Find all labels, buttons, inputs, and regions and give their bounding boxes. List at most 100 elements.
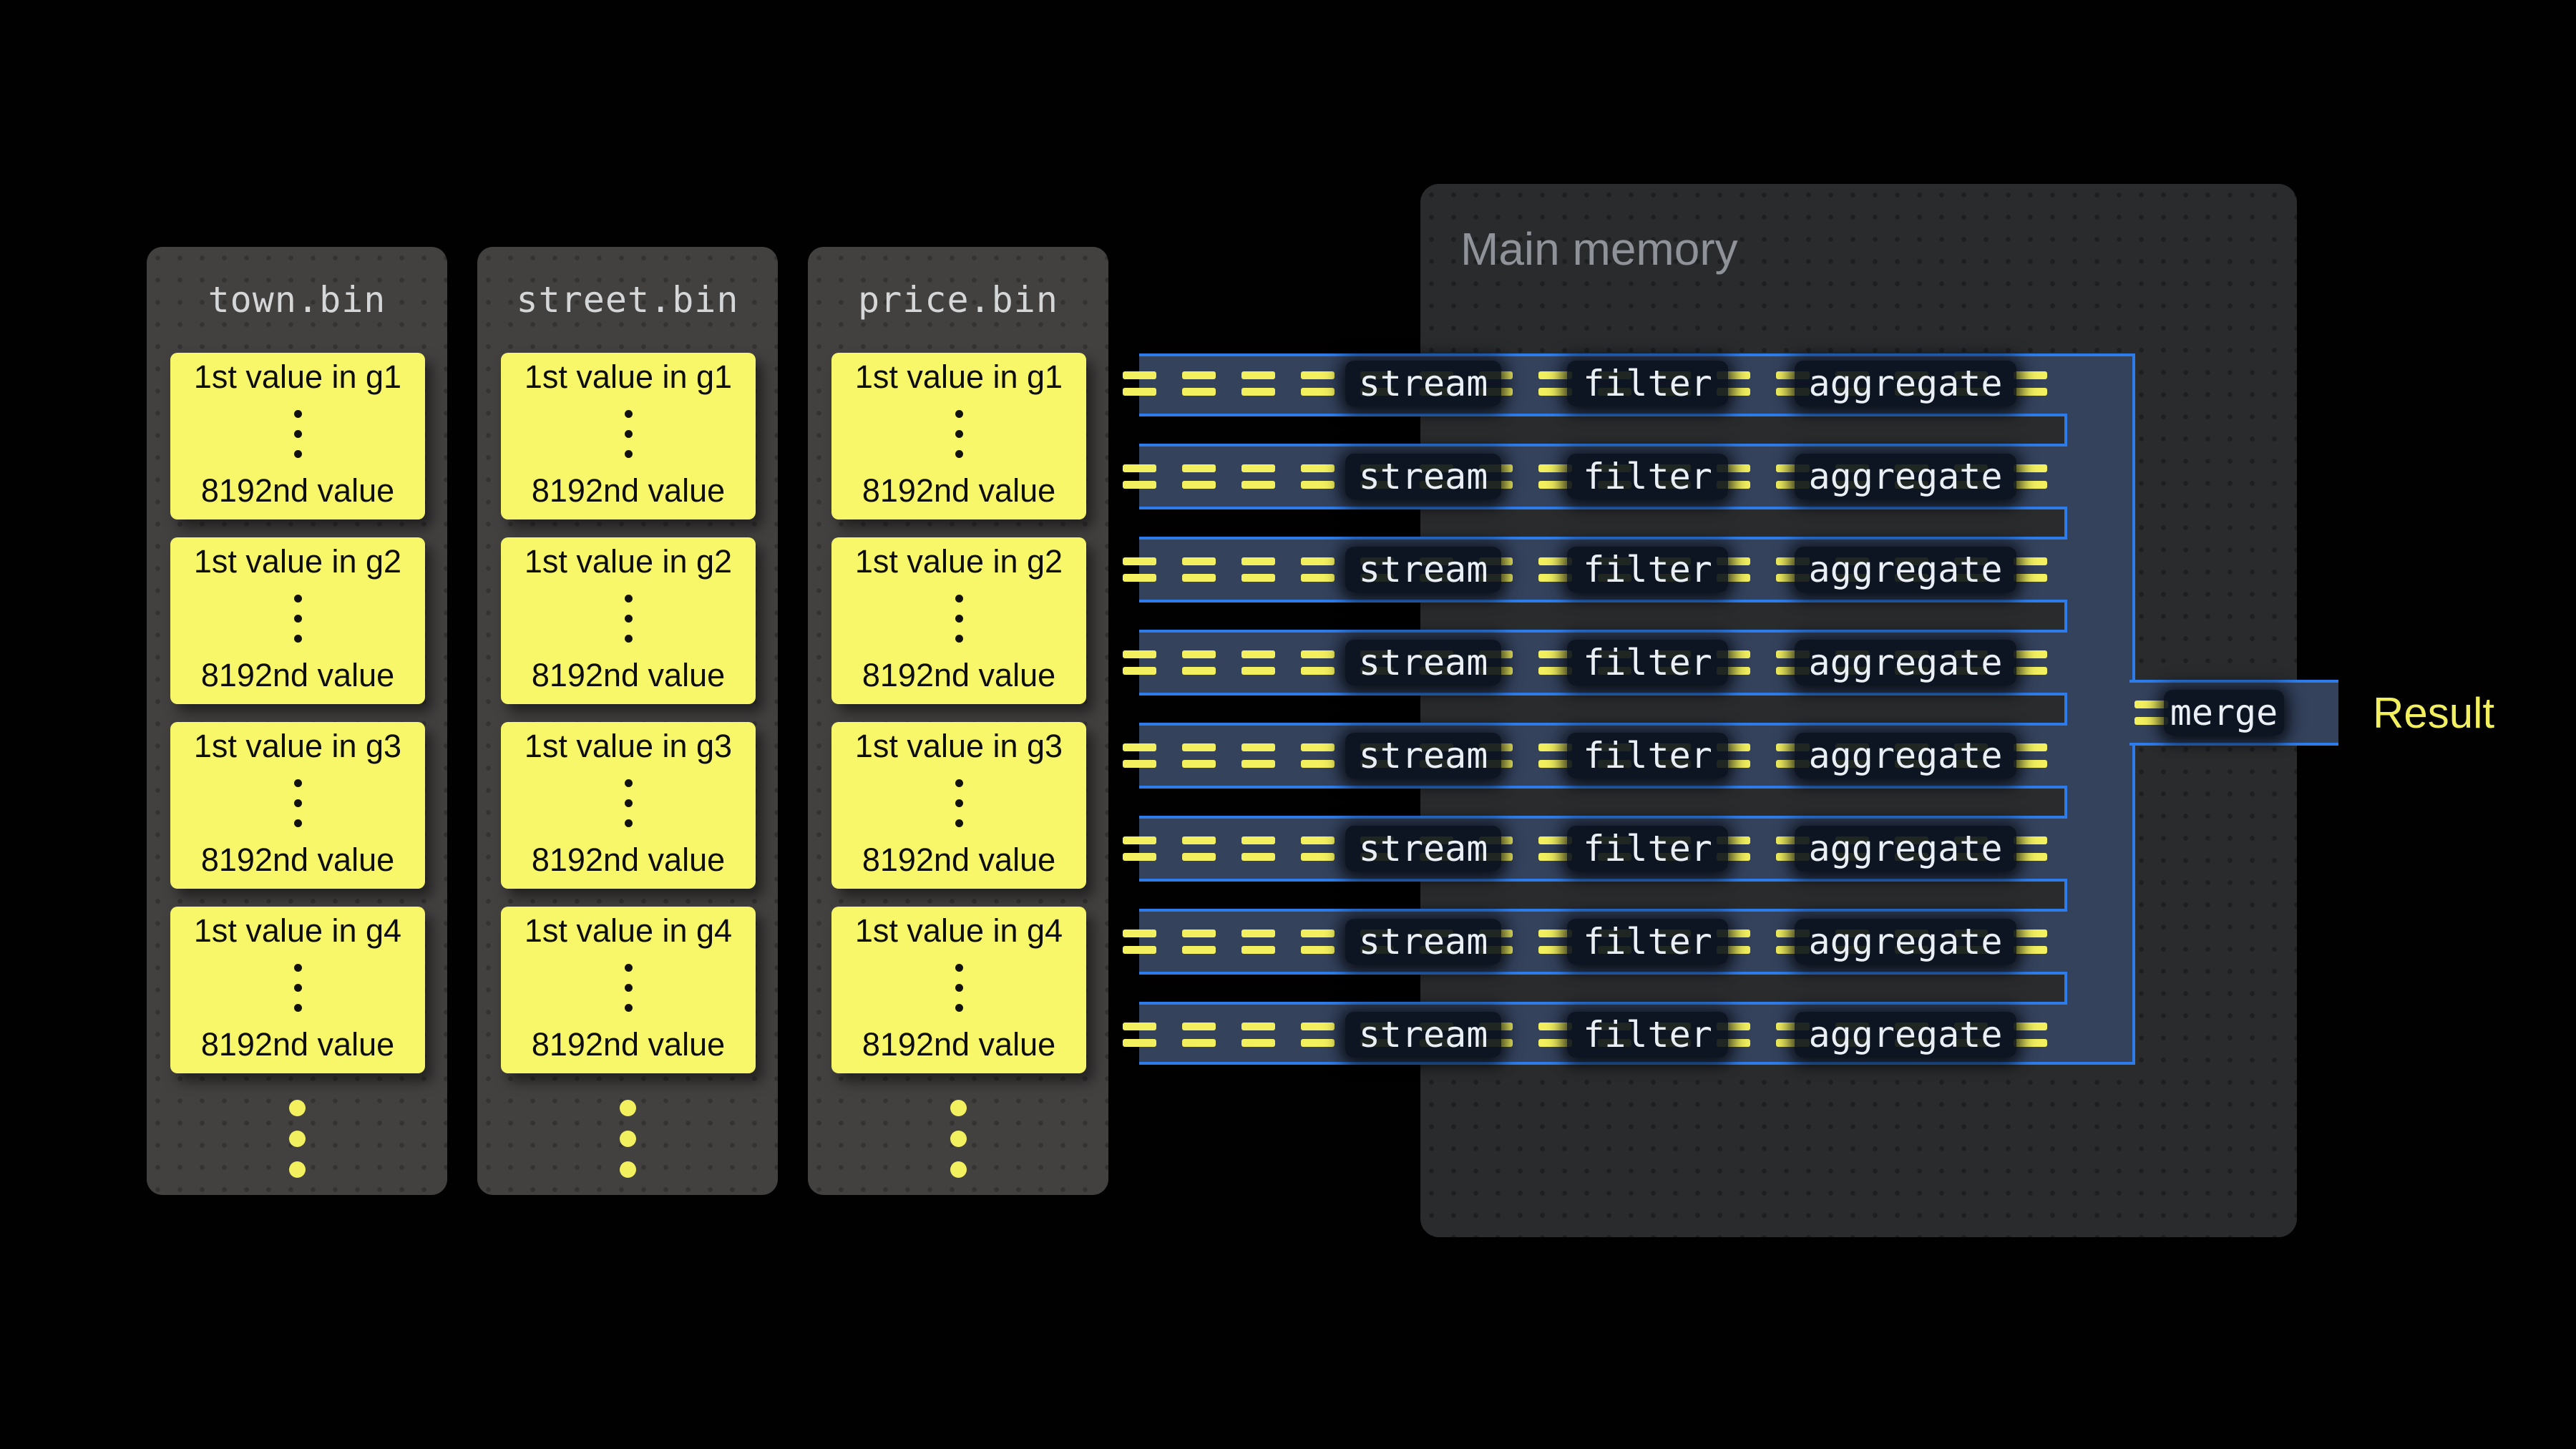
- equals-dash-icon: [1123, 836, 1156, 861]
- granule-last-value: 8192nd value: [862, 472, 1055, 509]
- stream-box: stream: [1345, 1012, 1501, 1058]
- merge-branch: merge: [2129, 680, 2338, 746]
- equals-dash-icon: [1301, 650, 1335, 675]
- stream-box: stream: [1345, 919, 1501, 965]
- stream-box: stream: [1345, 640, 1501, 686]
- equals-dash-icon: [1182, 650, 1216, 675]
- equals-dash-icon: [1241, 464, 1275, 489]
- equals-dash-icon: [1182, 557, 1216, 582]
- granule-block: 1st value in g4 8192nd value: [831, 907, 1086, 1073]
- granule-first-value: 1st value in g2: [194, 543, 401, 580]
- stream-box: stream: [1345, 733, 1501, 779]
- aggregate-box: aggregate: [1795, 733, 2016, 779]
- pipeline-lane: stream filter aggregate: [1139, 726, 2132, 786]
- granule-first-value: 1st value in g4: [855, 912, 1063, 950]
- filter-box: filter: [1567, 733, 1728, 779]
- equals-dash-icon: [1182, 743, 1216, 768]
- granule-first-value: 1st value in g2: [855, 543, 1063, 580]
- aggregate-box: aggregate: [1795, 919, 2016, 965]
- equals-dash-icon: [2014, 1023, 2047, 1047]
- ellipsis-dots-icon: [625, 964, 633, 1012]
- ellipsis-dots-icon: [294, 779, 302, 827]
- granule-last-value: 8192nd value: [201, 657, 394, 694]
- pipeline-lane: stream filter aggregate: [1139, 819, 2132, 879]
- granule-last-value: 8192nd value: [532, 1026, 725, 1063]
- main-memory-title: Main memory: [1460, 223, 1738, 275]
- aggregate-box: aggregate: [1795, 1012, 2016, 1058]
- equals-dash-icon: [1182, 930, 1216, 954]
- ellipsis-dots-icon: [955, 779, 963, 827]
- granule-block: 1st value in g4 8192nd value: [170, 907, 425, 1073]
- equals-dash-icon: [1301, 743, 1335, 768]
- merge-box: merge: [2164, 690, 2284, 736]
- granule-block: 1st value in g1 8192nd value: [170, 353, 425, 519]
- equals-dash-icon: [2014, 557, 2047, 582]
- pipeline-lane: stream filter aggregate: [1139, 912, 2132, 972]
- granule-first-value: 1st value in g1: [194, 358, 401, 396]
- equals-dash-icon: [2135, 701, 2168, 725]
- granule-last-value: 8192nd value: [532, 657, 725, 694]
- pipeline-lane: stream filter aggregate: [1139, 540, 2132, 600]
- granule-block: 1st value in g3 8192nd value: [501, 722, 756, 889]
- equals-dash-icon: [1301, 836, 1335, 861]
- granule-block: 1st value in g2 8192nd value: [170, 537, 425, 704]
- granule-last-value: 8192nd value: [201, 1026, 394, 1063]
- equals-dash-icon: [1241, 1023, 1275, 1047]
- ellipsis-dots-icon: [808, 1100, 1108, 1178]
- equals-dash-icon: [2014, 836, 2047, 861]
- granule-first-value: 1st value in g3: [525, 728, 732, 765]
- ellipsis-dots-icon: [294, 595, 302, 643]
- filter-box: filter: [1567, 826, 1728, 872]
- equals-dash-icon: [1123, 650, 1156, 675]
- column-file-panel: price.bin 1st value in g1 8192nd value 1…: [808, 247, 1108, 1195]
- equals-dash-icon: [1123, 464, 1156, 489]
- filter-box: filter: [1567, 547, 1728, 592]
- pipeline-slot: [1139, 414, 2067, 447]
- equals-dash-icon: [1301, 557, 1335, 582]
- ellipsis-dots-icon: [625, 779, 633, 827]
- ellipsis-dots-icon: [955, 964, 963, 1012]
- ellipsis-dots-icon: [955, 595, 963, 643]
- pipeline-lane: stream filter aggregate: [1139, 447, 2132, 507]
- aggregate-box: aggregate: [1795, 454, 2016, 499]
- equals-dash-icon: [1241, 557, 1275, 582]
- equals-dash-icon: [1182, 464, 1216, 489]
- granule-first-value: 1st value in g1: [525, 358, 732, 396]
- equals-dash-icon: [1301, 464, 1335, 489]
- column-file-title: town.bin: [147, 247, 447, 353]
- equals-dash-icon: [1241, 836, 1275, 861]
- filter-box: filter: [1567, 454, 1728, 499]
- granule-block: 1st value in g3 8192nd value: [831, 722, 1086, 889]
- equals-dash-icon: [2014, 371, 2047, 396]
- granule-blocks: 1st value in g1 8192nd value 1st value i…: [808, 353, 1108, 1073]
- equals-dash-icon: [1123, 371, 1156, 396]
- column-file-panel: street.bin 1st value in g1 8192nd value …: [477, 247, 778, 1195]
- stream-box: stream: [1345, 454, 1501, 499]
- stream-box: stream: [1345, 361, 1501, 406]
- filter-box: filter: [1567, 361, 1728, 406]
- equals-dash-icon: [2014, 464, 2047, 489]
- granule-first-value: 1st value in g2: [525, 543, 732, 580]
- column-file-title: street.bin: [477, 247, 778, 353]
- pipeline-slot: [1139, 972, 2067, 1005]
- result-label: Result: [2373, 680, 2494, 746]
- granule-first-value: 1st value in g3: [855, 728, 1063, 765]
- pipeline-lane: stream filter aggregate: [1139, 633, 2132, 693]
- ellipsis-dots-icon: [147, 1100, 447, 1178]
- ellipsis-dots-icon: [294, 410, 302, 458]
- granule-first-value: 1st value in g4: [194, 912, 401, 950]
- granule-last-value: 8192nd value: [862, 1026, 1055, 1063]
- column-file-panel: town.bin 1st value in g1 8192nd value 1s…: [147, 247, 447, 1195]
- granule-block: 1st value in g3 8192nd value: [170, 722, 425, 889]
- aggregate-box: aggregate: [1795, 640, 2016, 686]
- equals-dash-icon: [1123, 557, 1156, 582]
- equals-dash-icon: [2014, 743, 2047, 768]
- pipeline-slot: [1139, 600, 2067, 633]
- ellipsis-dots-icon: [625, 410, 633, 458]
- granule-blocks: 1st value in g1 8192nd value 1st value i…: [477, 353, 778, 1073]
- granule-last-value: 8192nd value: [532, 472, 725, 509]
- granule-blocks: 1st value in g1 8192nd value 1st value i…: [147, 353, 447, 1073]
- granule-last-value: 8192nd value: [862, 657, 1055, 694]
- equals-dash-icon: [1301, 371, 1335, 396]
- ellipsis-dots-icon: [625, 595, 633, 643]
